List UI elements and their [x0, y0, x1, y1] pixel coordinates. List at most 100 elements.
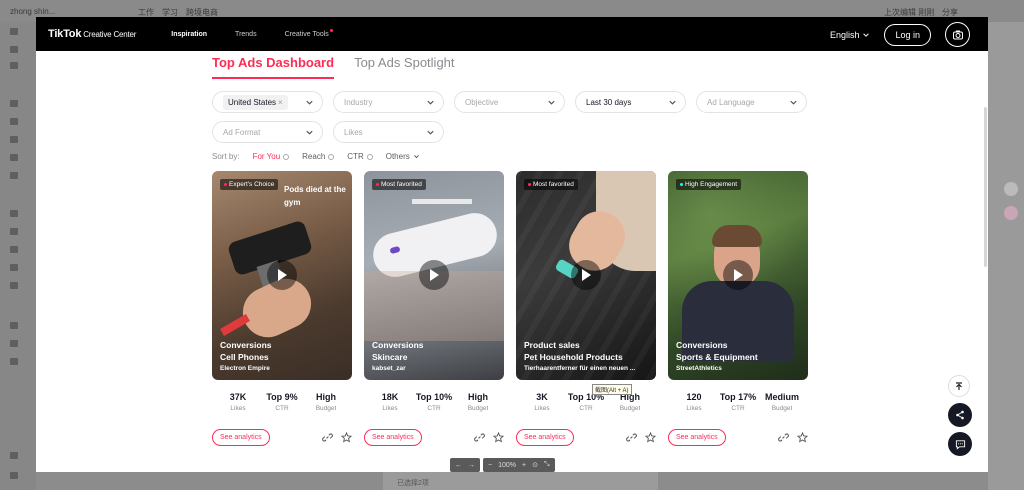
bg-doc-footer: 已选择2项 [383, 472, 658, 490]
card-caption: Conversions Sports & Equipment StreetAth… [676, 339, 758, 372]
site-header: TikTok Creative Center Inspiration Trends… [36, 17, 988, 51]
sort-for-you[interactable]: For You [253, 152, 290, 161]
star-icon[interactable] [645, 432, 656, 443]
link-icon[interactable] [474, 432, 485, 443]
stat-ctr-label: CTR [579, 405, 593, 412]
play-button[interactable] [419, 260, 449, 290]
zoom-toolbar: ← → − 100% + ⊙ ⤡ [450, 458, 555, 472]
new-dot-icon [329, 28, 333, 32]
play-button[interactable] [723, 260, 753, 290]
card-actions: See analytics [212, 429, 352, 446]
date-range-select[interactable]: Last 30 days [575, 91, 686, 113]
country-select[interactable]: United States × [212, 91, 323, 113]
badge: Most favorited [372, 179, 426, 190]
see-analytics-button[interactable]: See analytics [364, 429, 422, 446]
fit-icon[interactable]: ⊙ [532, 461, 538, 469]
star-icon[interactable] [341, 432, 352, 443]
stat-likes: 3K Likes [520, 392, 564, 412]
star-icon[interactable] [797, 432, 808, 443]
camera-button[interactable] [945, 22, 970, 47]
zoom-controls: − 100% + ⊙ ⤡ [483, 458, 555, 472]
nav-inspiration[interactable]: Inspiration [171, 31, 207, 38]
stat-likes-label: Likes [230, 405, 246, 412]
arrow-left-icon[interactable]: ← [455, 462, 462, 469]
see-analytics-button[interactable]: See analytics [212, 429, 270, 446]
tiktok-logo[interactable]: TikTok Creative Center [48, 28, 136, 40]
badge-dot-icon [224, 183, 227, 186]
ad-video-thumbnail[interactable]: Most favorited Conversions Skincare kabs… [364, 171, 504, 380]
see-analytics-button[interactable]: See analytics [668, 429, 726, 446]
ad-video-thumbnail[interactable]: Pods died at the gym Expert's Choice Con… [212, 171, 352, 380]
card-objective: Product sales [524, 340, 580, 350]
sort-others[interactable]: Others [386, 152, 420, 161]
star-icon[interactable] [493, 432, 504, 443]
login-button[interactable]: Log in [884, 23, 931, 46]
play-icon [582, 269, 591, 281]
fullscreen-icon[interactable]: ⤡ [544, 461, 550, 469]
card-caption: Conversions Skincare kabset_zar [372, 339, 424, 372]
stat-likes-value: 3K [536, 392, 548, 402]
badge: Most favorited [524, 179, 578, 190]
badge-label: Most favorited [533, 181, 574, 188]
ad-format-select[interactable]: Ad Format [212, 121, 323, 143]
camera-icon [952, 30, 963, 39]
link-icon[interactable] [626, 432, 637, 443]
ad-video-thumbnail[interactable]: High Engagement Conversions Sports & Equ… [668, 171, 808, 380]
badge: Expert's Choice [220, 179, 279, 190]
sort-for-you-label: For You [252, 152, 281, 161]
card-brand: StreetAthletics [676, 365, 722, 372]
main-nav: Inspiration Trends Creative Tools [171, 28, 333, 38]
chevron-down-icon [548, 100, 555, 105]
stat-likes-value: 120 [686, 392, 702, 402]
arrow-right-icon[interactable]: → [468, 462, 475, 469]
sort-reach-label: Reach [302, 152, 326, 161]
link-icon[interactable] [778, 432, 789, 443]
back-to-top-button[interactable] [948, 375, 970, 397]
country-chip-label: United States [228, 97, 277, 107]
sort-bar: Sort by: For You Reach CTR Others [212, 152, 420, 161]
play-button[interactable] [571, 260, 601, 290]
industry-select[interactable]: Industry [333, 91, 444, 113]
ad-card: Most favorited Product sales Pet Househo… [516, 171, 656, 446]
sort-others-label: Others [385, 152, 410, 161]
stat-budget: High Budget [456, 392, 500, 412]
page-scrollbar[interactable] [984, 107, 987, 267]
ad-video-thumbnail[interactable]: Most favorited Product sales Pet Househo… [516, 171, 656, 380]
tab-top-ads-dashboard[interactable]: Top Ads Dashboard [212, 55, 335, 79]
zoom-level: 100% [498, 461, 516, 469]
see-analytics-button[interactable]: See analytics [516, 429, 574, 446]
chevron-down-icon [863, 32, 870, 37]
stat-likes-value: 18K [381, 392, 399, 402]
close-icon[interactable]: × [278, 98, 283, 107]
stat-ctr: Top 10% CTR [564, 392, 608, 412]
card-stats: 120 Likes Top 17% CTR Medium Budget [668, 392, 808, 412]
card-stats: 3K Likes Top 10% CTR High Budget [516, 392, 656, 412]
card-objective: Conversions [372, 340, 424, 350]
sort-reach[interactable]: Reach [302, 152, 335, 161]
share-button[interactable] [948, 403, 972, 427]
chevron-down-icon [306, 100, 313, 105]
objective-select[interactable]: Objective [454, 91, 565, 113]
link-icon[interactable] [322, 432, 333, 443]
ad-language-select[interactable]: Ad Language [696, 91, 807, 113]
badge: High Engagement [676, 179, 742, 190]
language-selector[interactable]: English [830, 30, 871, 40]
stat-budget-label: Budget [315, 405, 337, 412]
sort-ctr[interactable]: CTR [347, 152, 373, 161]
screenshot-tooltip: 截图(Alt + A) [592, 384, 632, 395]
zoom-in-icon[interactable]: + [522, 462, 526, 469]
nav-creative-tools[interactable]: Creative Tools [285, 28, 333, 38]
nav-trends[interactable]: Trends [235, 31, 257, 38]
card-stats: 18K Likes Top 10% CTR High Budget [364, 392, 504, 412]
stat-budget-label: Budget [467, 405, 489, 412]
badge-dot-icon [528, 183, 531, 186]
likes-select[interactable]: Likes [333, 121, 444, 143]
badge-dot-icon [680, 183, 683, 186]
stat-budget-label: Budget [771, 405, 793, 412]
tiktok-creative-center-modal: TikTok Creative Center Inspiration Trends… [36, 17, 988, 472]
chat-button[interactable] [948, 432, 972, 456]
zoom-out-icon[interactable]: − [488, 462, 492, 469]
play-button[interactable] [267, 260, 297, 290]
tab-top-ads-spotlight[interactable]: Top Ads Spotlight [354, 55, 454, 75]
stat-ctr-value: Top 17% [719, 392, 757, 402]
